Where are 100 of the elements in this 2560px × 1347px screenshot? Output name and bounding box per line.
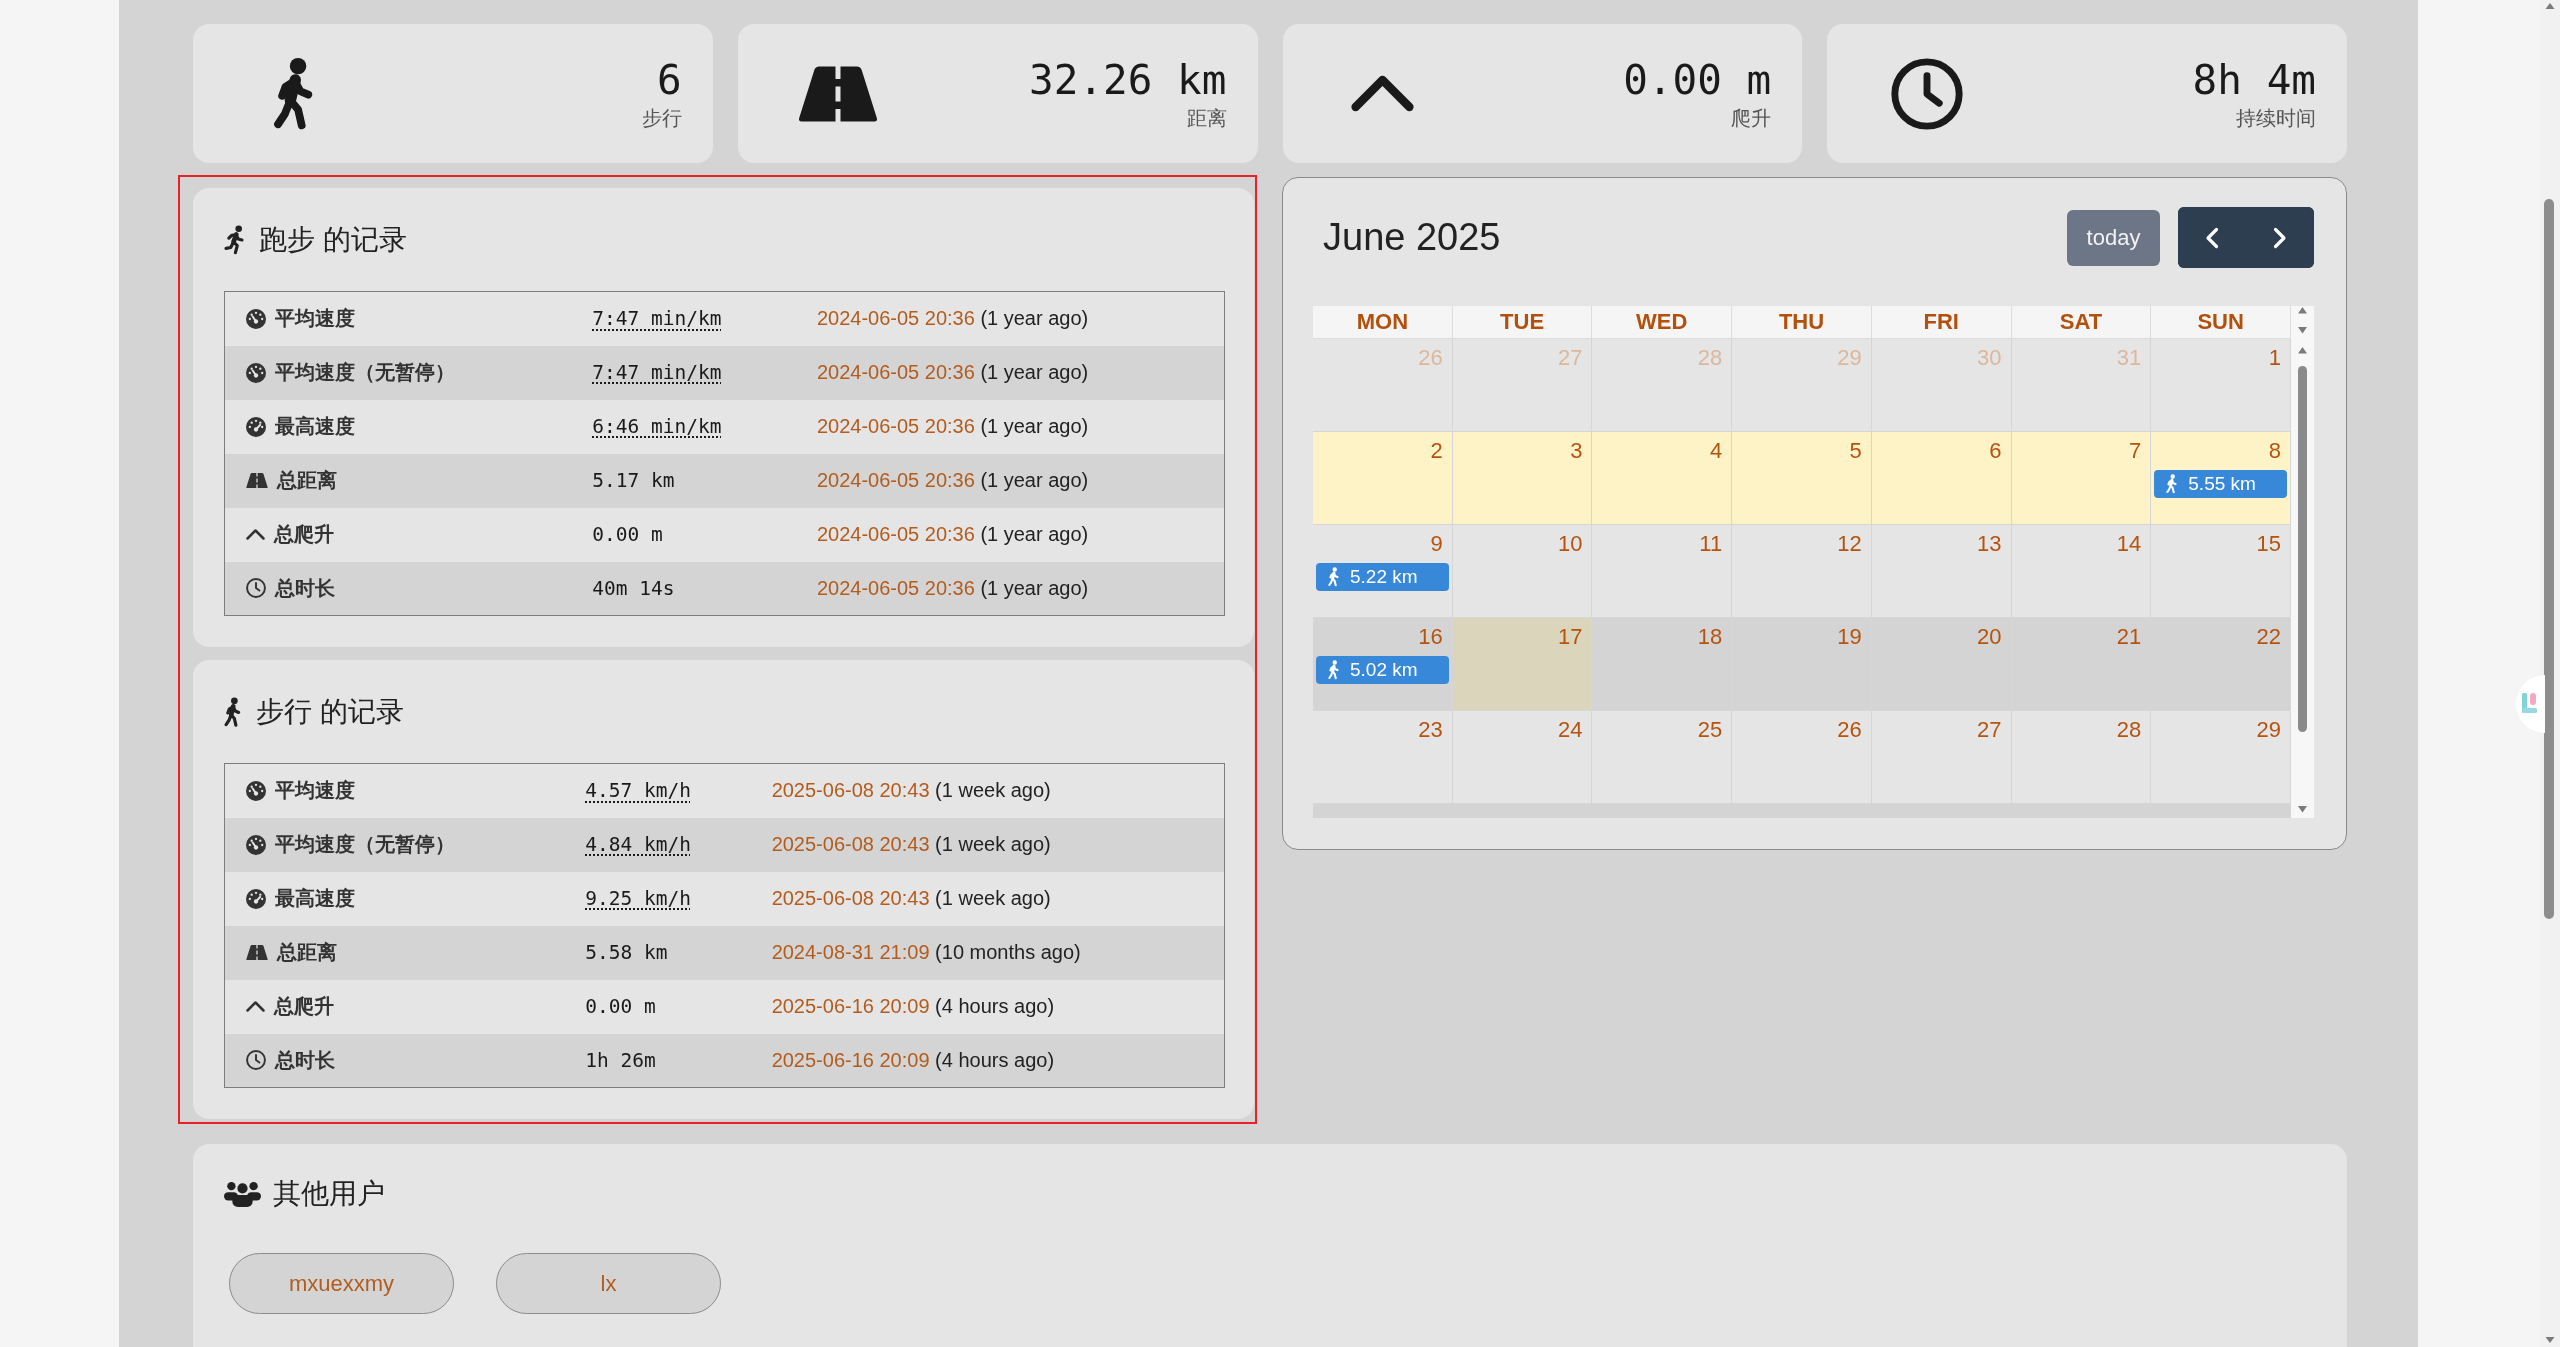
- calendar-day-cell[interactable]: 17: [1452, 618, 1593, 711]
- day-number: 21: [2116, 623, 2143, 651]
- record-label: 总距离: [277, 468, 337, 493]
- day-number: 28: [1697, 344, 1724, 372]
- day-number: 16: [1418, 623, 1444, 651]
- calendar-day-cell[interactable]: 3: [1452, 432, 1593, 525]
- date-link[interactable]: 2025-06-16 20:09: [771, 1048, 930, 1071]
- record-value: 4.57 km/h: [585, 779, 691, 803]
- calendar-day-cell[interactable]: 23: [1313, 711, 1453, 804]
- user-button[interactable]: mxuexxmy: [229, 1253, 454, 1314]
- calendar-day-cell[interactable]: 4: [1592, 432, 1733, 525]
- calendar-day-cell[interactable]: 10: [1452, 525, 1593, 618]
- day-number: 24: [1557, 716, 1584, 744]
- calendar-day-cell[interactable]: 28: [2011, 711, 2152, 804]
- day-number: 27: [1557, 344, 1584, 372]
- road-icon: [246, 473, 268, 488]
- scrollbar[interactable]: [2291, 306, 2314, 818]
- people-icon: [224, 1181, 261, 1207]
- chevron-right-icon: [2273, 226, 2287, 249]
- section-title: 其他用户: [273, 1177, 385, 1211]
- event-chip[interactable]: 5.02 km: [1316, 656, 1449, 684]
- calendar-day-cell[interactable]: 11: [1592, 525, 1733, 618]
- calendar-day-cell[interactable]: 27: [1871, 711, 2012, 804]
- day-number: 2: [1430, 437, 1444, 465]
- date-link[interactable]: 2024-06-05 20:36: [816, 576, 975, 599]
- day-number: 14: [2116, 530, 2143, 558]
- date-link[interactable]: 2024-08-31 21:09: [771, 941, 930, 963]
- date-link[interactable]: 2025-06-08 20:43: [771, 833, 930, 855]
- relative-time: (1 week ago): [935, 779, 1051, 802]
- stat-value: 8h 4m: [2192, 57, 2316, 102]
- calendar-title: June 2025: [1323, 216, 1501, 259]
- road-icon: [246, 945, 268, 960]
- calendar-day-cell[interactable]: 1: [2151, 339, 2291, 432]
- walking-person-icon: [224, 697, 241, 727]
- day-number: 29: [2256, 716, 2282, 744]
- date-link[interactable]: 2025-06-08 20:43: [771, 887, 930, 909]
- relative-time: (1 week ago): [935, 833, 1051, 855]
- calendar-day-cell[interactable]: 14: [2011, 525, 2152, 618]
- record-label: 总距离: [277, 940, 337, 965]
- record-label: 平均速度（无暂停）: [275, 360, 455, 385]
- record-label: 平均速度（无暂停）: [275, 832, 455, 857]
- calendar-day-cell[interactable]: 12: [1732, 525, 1872, 618]
- user-button[interactable]: lx: [496, 1253, 721, 1314]
- calendar-day-cell[interactable]: 9 5.22 km: [1313, 525, 1453, 618]
- date-link[interactable]: 2025-06-08 20:43: [771, 779, 930, 802]
- record-value: 6:46 min/km: [592, 415, 722, 438]
- record-value: 7:47 min/km: [592, 307, 722, 331]
- calendar-day-cell[interactable]: 8 5.55 km: [2151, 432, 2291, 525]
- date-link[interactable]: 2024-06-05 20:36: [816, 415, 975, 437]
- record-value: 0.00 m: [592, 523, 663, 546]
- record-value: 40m 14s: [592, 576, 675, 600]
- record-label: 平均速度: [275, 306, 355, 332]
- calendar-day-cell[interactable]: 2: [1313, 432, 1453, 525]
- clock-icon: [1891, 57, 1964, 130]
- day-number: 28: [2116, 716, 2143, 744]
- event-chip[interactable]: 5.22 km: [1316, 563, 1449, 591]
- record-label: 最高速度: [275, 414, 355, 439]
- day-number: 27: [1977, 716, 2003, 744]
- record-value: 5.17 km: [592, 469, 675, 492]
- date-link[interactable]: 2024-06-05 20:36: [816, 469, 975, 491]
- relative-time: (4 hours ago): [935, 995, 1055, 1017]
- stat-value: 0.00 m: [1623, 57, 1772, 102]
- section-title: 步行 的记录: [256, 695, 404, 729]
- walking-person-icon: [1328, 567, 1339, 587]
- day-number: 13: [1977, 530, 2003, 558]
- date-link[interactable]: 2024-06-05 20:36: [816, 307, 975, 330]
- section-title: 跑步 的记录: [259, 223, 407, 257]
- day-number: 25: [1697, 716, 1724, 744]
- calendar-day-cell[interactable]: 29: [2151, 711, 2291, 804]
- calendar-day-cell[interactable]: 26: [1732, 711, 1872, 804]
- day-number: 26: [1418, 344, 1444, 372]
- record-label: 总爬升: [274, 994, 334, 1019]
- chevron-left-icon: [2205, 226, 2219, 249]
- date-link[interactable]: 2024-06-05 20:36: [816, 523, 975, 545]
- day-number: 22: [2256, 623, 2282, 651]
- day-number: 8: [2268, 437, 2282, 465]
- calendar-day-cell[interactable]: 24: [1452, 711, 1593, 804]
- date-link[interactable]: 2024-06-05 20:36: [816, 361, 975, 383]
- calendar-day-cell[interactable]: 5: [1732, 432, 1872, 525]
- walking-person-icon: [2166, 474, 2178, 494]
- gauge-icon: [246, 834, 266, 855]
- calendar-day-cell[interactable]: 15: [2151, 525, 2291, 618]
- day-number: 5: [1849, 437, 1863, 465]
- walking-person-icon: [272, 57, 314, 130]
- event-chip[interactable]: 5.55 km: [2154, 470, 2287, 498]
- calendar-day-cell[interactable]: 6: [1871, 432, 2012, 525]
- record-label: 平均速度: [275, 778, 355, 804]
- clock-icon: [246, 1050, 266, 1071]
- day-number: 9: [1430, 530, 1444, 558]
- stat-value: 6: [657, 57, 682, 102]
- calendar-day-cell[interactable]: 7: [2011, 432, 2152, 525]
- day-number: 12: [1837, 530, 1863, 558]
- date-link[interactable]: 2025-06-16 20:09: [771, 995, 930, 1017]
- today-button[interactable]: today: [2067, 209, 2160, 266]
- calendar-day-cell[interactable]: 13: [1871, 525, 2012, 618]
- running-person-icon: [224, 225, 244, 255]
- gauge-icon: [246, 362, 266, 383]
- calendar-day-cell[interactable]: 25: [1592, 711, 1733, 804]
- day-number: 6: [1989, 437, 2003, 465]
- chevron-up-icon: [246, 529, 265, 540]
